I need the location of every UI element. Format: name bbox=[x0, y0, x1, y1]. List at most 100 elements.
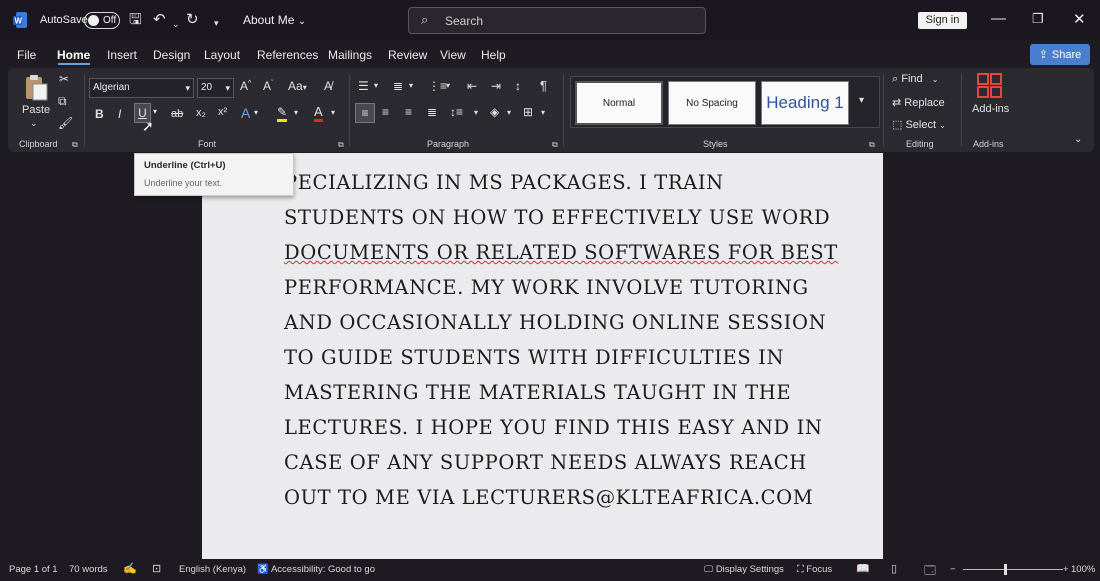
line-spacing-dropdown-icon[interactable]: ▾ bbox=[474, 108, 478, 117]
word-app-icon: W bbox=[13, 12, 27, 28]
web-layout-icon[interactable]: 🗔 bbox=[924, 562, 936, 581]
numbering-dropdown-icon[interactable]: ▾ bbox=[409, 81, 413, 90]
format-painter-icon[interactable]: 🖌 bbox=[58, 116, 73, 130]
tab-mailings[interactable]: Mailings bbox=[328, 48, 372, 62]
style-normal[interactable]: Normal bbox=[575, 81, 663, 125]
superscript-button[interactable]: x² bbox=[218, 106, 227, 118]
text-effects-icon[interactable]: A bbox=[241, 105, 250, 121]
multilevel-list-icon[interactable]: ⋮≡ bbox=[428, 79, 447, 93]
font-launcher-icon[interactable]: ⧉ bbox=[338, 140, 344, 150]
word-count[interactable]: 70 words bbox=[69, 564, 108, 575]
tab-design[interactable]: Design bbox=[153, 48, 190, 62]
zoom-slider-thumb[interactable] bbox=[1004, 564, 1007, 575]
autosave-toggle[interactable]: Off bbox=[84, 12, 120, 29]
highlight-dropdown-icon[interactable]: ▾ bbox=[294, 108, 298, 117]
proofing-icon[interactable]: ✍ bbox=[123, 562, 137, 575]
align-left-icon[interactable]: ≡ bbox=[355, 103, 375, 123]
undo-dropdown-icon[interactable]: ⌄ bbox=[172, 14, 180, 34]
zoom-slider[interactable] bbox=[963, 569, 1063, 570]
sort-icon[interactable]: ↕ bbox=[515, 79, 521, 93]
tab-view[interactable]: View bbox=[440, 48, 466, 62]
undo-icon[interactable]: ↶ bbox=[153, 10, 166, 30]
borders-dropdown-icon[interactable]: ▾ bbox=[541, 108, 545, 117]
tab-home[interactable]: Home bbox=[57, 48, 90, 62]
add-ins-button[interactable]: Add-ins bbox=[972, 103, 1009, 115]
print-layout-icon[interactable]: ▯ bbox=[891, 562, 897, 575]
document-body[interactable]: PECIALIZING IN MS PACKAGES. I TRAIN stud… bbox=[284, 165, 844, 515]
font-color-dropdown-icon[interactable]: ▾ bbox=[331, 108, 335, 117]
tab-insert[interactable]: Insert bbox=[107, 48, 137, 62]
language-status[interactable]: English (Kenya) bbox=[179, 564, 246, 575]
clipboard-launcher-icon[interactable]: ⧉ bbox=[72, 140, 78, 150]
close-icon[interactable]: ✕ bbox=[1073, 10, 1086, 28]
redo-icon[interactable]: ↻ bbox=[186, 10, 199, 30]
font-size-field[interactable]: 20 ▾ bbox=[197, 78, 234, 98]
paste-icon[interactable] bbox=[20, 74, 50, 102]
style-no-spacing[interactable]: No Spacing bbox=[668, 81, 756, 125]
text-predictions-icon[interactable]: ⊡ bbox=[152, 562, 161, 575]
tab-layout[interactable]: Layout bbox=[204, 48, 240, 62]
read-mode-icon[interactable]: 📖 bbox=[856, 562, 870, 575]
paste-button[interactable]: Paste bbox=[22, 104, 50, 116]
focus-button[interactable]: ⛶ Focus bbox=[797, 564, 832, 575]
styles-launcher-icon[interactable]: ⧉ bbox=[869, 140, 875, 150]
bullets-dropdown-icon[interactable]: ▾ bbox=[374, 81, 378, 90]
align-right-icon[interactable]: ≡ bbox=[405, 105, 412, 119]
show-formatting-button[interactable]: ¶ bbox=[540, 78, 547, 93]
change-case-button[interactable]: Aa▾ bbox=[288, 79, 307, 93]
paragraph-launcher-icon[interactable]: ⧉ bbox=[552, 140, 558, 150]
style-heading-1[interactable]: Heading 1 bbox=[761, 81, 849, 125]
add-ins-icon[interactable] bbox=[977, 73, 1003, 99]
underline-dropdown-icon[interactable]: ▾ bbox=[153, 107, 157, 116]
accessibility-status[interactable]: ♿ Accessibility: Good to go bbox=[257, 564, 375, 575]
zoom-out-icon[interactable]: − bbox=[950, 564, 956, 575]
replace-button[interactable]: ⇄ Replace bbox=[892, 96, 945, 109]
multilevel-dropdown-icon[interactable]: ▾ bbox=[446, 81, 450, 90]
tab-review[interactable]: Review bbox=[388, 48, 427, 62]
justify-icon[interactable]: ≣ bbox=[427, 105, 437, 119]
numbering-icon[interactable]: ≣ bbox=[393, 79, 403, 93]
font-color-icon[interactable]: A bbox=[314, 105, 323, 122]
customize-toolbar-icon[interactable]: ▾ bbox=[214, 13, 219, 33]
page-count[interactable]: Page 1 of 1 bbox=[9, 564, 58, 575]
document-title[interactable]: About Me ⌄ bbox=[243, 13, 306, 27]
display-settings-button[interactable]: 🖵 Display Settings bbox=[704, 564, 784, 575]
tab-file[interactable]: File bbox=[17, 48, 36, 62]
zoom-level[interactable]: 100% bbox=[1071, 564, 1095, 575]
sign-in-button[interactable]: Sign in bbox=[918, 12, 967, 29]
select-button[interactable]: ⬚ Select ⌄ bbox=[892, 118, 946, 131]
decrease-indent-icon[interactable]: ⇤ bbox=[467, 79, 477, 93]
text-effects-dropdown-icon[interactable]: ▾ bbox=[254, 108, 258, 117]
share-button[interactable]: ⇪ Share bbox=[1030, 44, 1090, 65]
minimize-icon[interactable]: — bbox=[991, 10, 1006, 27]
grow-font-icon[interactable]: A^ bbox=[240, 79, 251, 93]
copy-icon[interactable]: ⧉ bbox=[58, 94, 67, 109]
bullets-icon[interactable]: ☰ bbox=[358, 79, 369, 93]
shading-icon[interactable]: ◈ bbox=[490, 105, 499, 119]
shrink-font-icon[interactable]: Aˇ bbox=[263, 79, 273, 93]
bold-button[interactable]: B bbox=[95, 107, 104, 121]
font-name-field[interactable]: Algerian ▾ bbox=[89, 78, 194, 98]
tab-help[interactable]: Help bbox=[481, 48, 506, 62]
restore-icon[interactable]: ❐ bbox=[1032, 11, 1044, 27]
zoom-in-icon[interactable]: + bbox=[1063, 564, 1069, 575]
document-page[interactable]: PECIALIZING IN MS PACKAGES. I TRAIN stud… bbox=[202, 153, 883, 559]
search-input[interactable]: ⌕ Search bbox=[408, 7, 706, 34]
italic-button[interactable]: I bbox=[118, 107, 121, 121]
align-center-icon[interactable]: ≡ bbox=[382, 105, 389, 119]
shading-dropdown-icon[interactable]: ▾ bbox=[507, 108, 511, 117]
increase-indent-icon[interactable]: ⇥ bbox=[491, 79, 501, 93]
paste-dropdown-icon[interactable]: ⌄ bbox=[30, 118, 38, 129]
tab-references[interactable]: References bbox=[257, 48, 318, 62]
borders-icon[interactable]: ⊞ bbox=[523, 105, 533, 119]
styles-more-icon[interactable]: ▾ bbox=[859, 95, 864, 106]
save-icon[interactable]: 🖫 bbox=[129, 10, 142, 30]
cut-icon[interactable]: ✂ bbox=[59, 72, 69, 86]
find-button[interactable]: ⌕ Find ⌄ bbox=[892, 73, 938, 86]
line-spacing-icon[interactable]: ↕≡ bbox=[450, 105, 463, 119]
strikethrough-button[interactable]: ab bbox=[171, 108, 183, 120]
subscript-button[interactable]: x₂ bbox=[196, 107, 206, 119]
collapse-ribbon-icon[interactable]: ⌄ bbox=[1074, 134, 1082, 145]
clear-formatting-icon[interactable]: A̸ bbox=[324, 79, 332, 93]
highlight-icon[interactable]: ✎ bbox=[277, 105, 288, 122]
